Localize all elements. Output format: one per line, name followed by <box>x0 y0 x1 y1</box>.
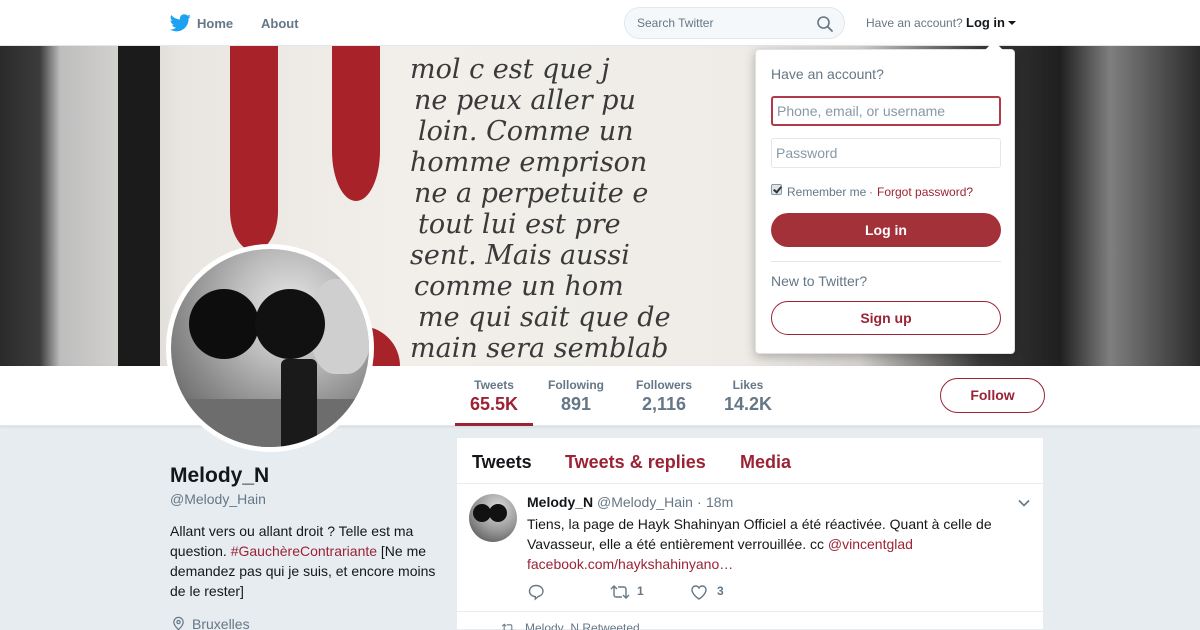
retweet-count: 1 <box>637 584 644 598</box>
profile-location: Bruxelles <box>192 616 250 630</box>
banner-handwriting-line: loin. Comme un <box>418 116 634 147</box>
stat-value: 891 <box>560 394 592 414</box>
search-input[interactable]: Search Twitter <box>624 7 845 39</box>
tab-media[interactable]: Media <box>740 452 791 473</box>
login-button[interactable]: Log in <box>771 213 1001 247</box>
tab-tweets[interactable]: Tweets <box>472 452 532 473</box>
nav-home-link[interactable]: Home <box>197 16 233 31</box>
tweet-timestamp[interactable]: 18m <box>706 494 733 510</box>
chevron-down-icon[interactable] <box>1017 496 1031 510</box>
banner-handwriting-line: tout lui est pre <box>418 209 621 240</box>
banner-handwriting-line: me qui sait que de <box>418 302 671 333</box>
avatar-barrel <box>189 289 259 359</box>
timeline: Tweets Tweets & replies Media Melody_N @… <box>456 437 1045 630</box>
signup-button[interactable]: Sign up <box>771 301 1001 335</box>
stat-label: Followers <box>636 378 693 392</box>
tab-tweets-and-replies[interactable]: Tweets & replies <box>565 452 706 473</box>
banner-red-shape <box>230 46 278 251</box>
like-count: 3 <box>717 584 724 598</box>
tweet-actions: 1 3 <box>527 583 827 601</box>
retweet-icon <box>610 585 630 599</box>
login-dropdown-toggle[interactable]: Log in <box>966 15 1005 30</box>
retweet-small-icon <box>501 623 514 630</box>
have-account-text: Have an account? <box>866 16 963 30</box>
nav-about-link[interactable]: About <box>261 16 299 31</box>
avatar-ground <box>171 399 369 447</box>
new-to-twitter-text: New to Twitter? <box>771 273 868 289</box>
search-icon[interactable] <box>816 15 834 33</box>
retweeted-text: Melody_N Retweeted <box>525 621 640 630</box>
tweet-dot: · <box>697 494 702 510</box>
bio-hashtag[interactable]: #GauchèreContrariante <box>231 543 377 559</box>
profile-bio: Allant vers ou allant droit ? Telle est … <box>170 521 440 601</box>
password-field[interactable] <box>771 138 1001 168</box>
stat-value: 65.5K <box>470 394 519 414</box>
banner-handwriting-line: main sera semblab <box>410 333 669 364</box>
avatar-barrel <box>255 289 325 359</box>
heart-icon <box>691 585 707 600</box>
caret-down-icon[interactable] <box>1008 21 1016 25</box>
avatar-gun <box>281 359 317 447</box>
active-stat-underline <box>455 423 533 426</box>
banner-handwriting-line: sent. Mais aussi <box>410 240 630 271</box>
dropdown-divider <box>771 261 1001 262</box>
stat-likes[interactable]: Likes 14.2K <box>724 378 772 415</box>
stat-label: Following <box>548 378 604 392</box>
stat-following[interactable]: Following 891 <box>548 378 604 415</box>
stat-label: Tweets <box>474 378 514 392</box>
banner-handwriting-line: ne a perpetuite e <box>414 178 649 209</box>
remember-me-checkbox[interactable] <box>771 184 782 195</box>
username-field[interactable] <box>771 96 1001 126</box>
search-placeholder: Search Twitter <box>637 16 714 30</box>
stat-label: Likes <box>732 378 764 392</box>
reply-icon <box>528 584 544 601</box>
profile-handle[interactable]: @Melody_Hain <box>170 491 266 507</box>
separator-dot: · <box>869 185 873 199</box>
login-dropdown: Have an account? Remember me · Forgot pa… <box>755 49 1015 354</box>
location-pin-icon <box>173 616 184 630</box>
banner-dark-stroke <box>118 46 160 366</box>
tweet-author-handle[interactable]: @Melody_Hain <box>597 494 693 510</box>
top-nav: Home About Search Twitter Have an accoun… <box>0 0 1200 46</box>
stat-value: 2,116 <box>641 394 687 414</box>
remember-me-label[interactable]: Remember me <box>787 185 866 199</box>
banner-handwriting-line: comme un hom <box>414 271 624 302</box>
dropdown-title: Have an account? <box>771 66 884 82</box>
dropdown-caret <box>985 41 1003 50</box>
tweet-text: Tiens, la page de Hayk Shahinyan Officie… <box>527 514 1007 574</box>
banner-handwriting-line: homme emprison <box>410 147 648 178</box>
tweet-body: Tiens, la page de Hayk Shahinyan Officie… <box>527 516 992 552</box>
tweet-mention[interactable]: @vincentglad <box>828 536 913 552</box>
twitter-bird-icon[interactable] <box>170 14 191 32</box>
stat-tweets[interactable]: Tweets 65.5K <box>470 378 518 415</box>
tweet-author-name[interactable]: Melody_N <box>527 494 593 510</box>
tweet[interactable]: Melody_N @Melody_Hain · 18m Tiens, la pa… <box>457 484 1045 612</box>
profile-name[interactable]: Melody_N <box>170 464 269 488</box>
stat-followers[interactable]: Followers 2,116 <box>636 378 692 415</box>
tweet-link[interactable]: facebook.com/haykshahinyano… <box>527 556 733 572</box>
banner-handwriting-line: mol c est que j <box>410 54 610 85</box>
profile-avatar[interactable] <box>166 244 374 452</box>
forgot-password-link[interactable]: Forgot password? <box>877 185 973 199</box>
banner-handwriting-line: ne peux aller pu <box>414 85 636 116</box>
banner-red-shape <box>332 46 380 201</box>
stat-value: 14.2K <box>724 394 773 414</box>
timeline-tabs: Tweets Tweets & replies Media <box>457 438 1045 484</box>
follow-button[interactable]: Follow <box>940 378 1045 413</box>
banner-handwriting: mol c est que j ne peux aller pu loin. Com… <box>410 54 770 366</box>
tweet-avatar[interactable] <box>469 494 517 542</box>
